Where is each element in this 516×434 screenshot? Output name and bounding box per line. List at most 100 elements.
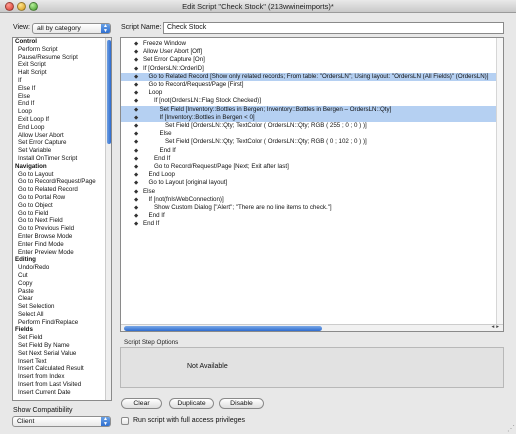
script-step-line[interactable]: ◆ Set Field [Inventory::Bottles in Bergen… [121,105,498,114]
drag-handle-icon[interactable]: ◆ [134,97,138,105]
script-step-line[interactable]: ◆ Go to Record/Request/Page [Next; Exit a… [121,163,498,171]
steps-list-scrollbar[interactable] [105,38,111,400]
drag-handle-icon[interactable]: ◆ [134,163,138,171]
drag-handle-icon[interactable]: ◆ [134,130,138,138]
step-list-item[interactable]: Set Next Serial Value [13,350,111,358]
script-hscroll-thumb[interactable] [124,326,322,331]
drag-handle-icon[interactable]: ◆ [134,220,138,228]
step-list-item[interactable]: Insert Calculated Result [13,365,111,373]
script-step-line[interactable]: ◆ Go to Related Record [Show only related… [121,72,498,81]
drag-handle-icon[interactable]: ◆ [134,122,138,130]
step-list-item[interactable]: If [13,77,111,85]
script-step-line[interactable]: ◆ Else [121,188,498,196]
step-list-item[interactable]: Pause/Resume Script [13,54,111,62]
script-step-line[interactable]: ◆ Set Error Capture [On] [121,56,498,64]
step-list-item[interactable]: Go to Layout [13,171,111,179]
step-list-item[interactable]: Go to Object [13,202,111,210]
step-list-item[interactable]: Set Field By Name [13,342,111,350]
drag-handle-icon[interactable]: ◆ [134,171,138,179]
script-step-line[interactable]: ◆ Go to Layout [original layout] [121,179,498,187]
drag-handle-icon[interactable]: ◆ [134,188,138,196]
drag-handle-icon[interactable]: ◆ [134,56,138,64]
step-list-item[interactable]: Go to Related Record [13,186,111,194]
step-list-item[interactable]: Insert from Last Visited [13,381,111,389]
script-step-line[interactable]: ◆ If [not(fnIsWebConnection)] [121,196,498,204]
step-list-item[interactable]: Undo/Redo [13,264,111,272]
step-list-item[interactable]: Go to Record/Request/Page [13,178,111,186]
step-list-item[interactable]: Set Error Capture [13,139,111,147]
script-step-line[interactable]: ◆ End If [121,220,498,228]
drag-handle-icon[interactable]: ◆ [134,65,138,73]
step-list-item[interactable]: End If [13,100,111,108]
step-list-item[interactable]: Set Variable [13,147,111,155]
script-step-line[interactable]: ◆ Set Field [OrdersLN::Qty; TextColor ( O… [121,138,498,146]
disable-button[interactable]: Disable [219,398,264,409]
step-list-item[interactable]: End Loop [13,124,111,132]
drag-handle-icon[interactable]: ◆ [134,106,138,114]
drag-handle-icon[interactable]: ◆ [134,40,138,48]
view-select[interactable]: all by category ▲ ▼ [32,23,111,34]
step-list-item[interactable]: Exit Loop If [13,116,111,124]
script-step-line[interactable]: ◆ End Loop [121,171,498,179]
clear-button[interactable]: Clear [121,398,162,409]
script-step-line[interactable]: ◆ End If [121,212,498,220]
script-step-line[interactable]: ◆ Else [121,130,498,138]
drag-handle-icon[interactable]: ◆ [134,147,138,155]
step-list-item[interactable]: Insert Text [13,358,111,366]
drag-handle-icon[interactable]: ◆ [134,89,138,97]
step-list-item[interactable]: Clear [13,295,111,303]
drag-handle-icon[interactable]: ◆ [134,179,138,187]
drag-handle-icon[interactable]: ◆ [134,48,138,56]
script-step-line[interactable]: ◆ If [Inventory::Bottles in Bergen < 0] [121,113,498,122]
drag-handle-icon[interactable]: ◆ [134,81,138,89]
drag-handle-icon[interactable]: ◆ [134,212,138,220]
step-list-item[interactable]: Install OnTimer Script [13,155,111,163]
steps-list-scroll-thumb[interactable] [107,40,111,144]
drag-handle-icon[interactable]: ◆ [134,196,138,204]
drag-handle-icon[interactable]: ◆ [134,114,138,122]
step-list-item[interactable]: Insert from Index [13,373,111,381]
step-list-item[interactable]: Insert Current Date [13,389,111,397]
step-list-item[interactable]: Set Selection [13,303,111,311]
drag-handle-icon[interactable]: ◆ [134,155,138,163]
step-list-item[interactable]: Go to Field [13,210,111,218]
step-list-item[interactable]: Enter Browse Mode [13,233,111,241]
step-list-item[interactable]: Paste [13,288,111,296]
script-steps-list[interactable]: Control Perform Script Pause/Resume Script… [12,37,112,401]
script-horizontal-scrollbar[interactable]: ◂▸ [121,324,503,331]
resize-grip-icon[interactable]: ⋰ [507,424,515,433]
step-list-item[interactable]: Enter Preview Mode [13,249,111,257]
drag-handle-icon[interactable]: ◆ [134,73,138,81]
script-vertical-scrollbar[interactable] [496,38,503,326]
step-list-item[interactable]: Go to Portal Row [13,194,111,202]
script-step-line[interactable]: ◆ Allow User Abort [Off] [121,48,498,56]
script-step-line[interactable]: ◆ Set Field [OrdersLN::Qty; TextColor ( O… [121,122,498,130]
compatibility-select[interactable]: Client ▲ ▼ [12,416,111,427]
step-list-item[interactable]: Perform Script [13,46,111,54]
script-step-line[interactable]: ◆ Go to Record/Request/Page [First] [121,81,498,89]
scroll-arrows-icon[interactable]: ◂▸ [491,324,501,330]
step-list-item[interactable]: Perform Find/Replace [13,319,111,327]
full-access-checkbox[interactable] [121,417,129,425]
script-step-line[interactable]: ◆ End If [121,155,498,163]
step-list-item[interactable]: Allow User Abort [13,132,111,140]
step-list-item[interactable]: Cut [13,272,111,280]
script-editor[interactable]: ◆ Freeze Window ◆ Allow User Abort [Off] ◆ Se… [120,37,504,332]
step-list-item[interactable]: Select All [13,311,111,319]
script-step-line[interactable]: ◆ If [OrdersLN::OrderID] [121,65,498,73]
step-list-item[interactable]: Copy [13,280,111,288]
step-list-item[interactable]: Else [13,93,111,101]
step-list-item[interactable]: Loop [13,108,111,116]
duplicate-button[interactable]: Duplicate [169,398,214,409]
step-list-item[interactable]: Halt Script [13,69,111,77]
step-list-item[interactable]: Go to Previous Field [13,225,111,233]
script-step-line[interactable]: ◆ Loop [121,89,498,97]
script-name-input[interactable]: Check Stock [163,22,504,34]
step-list-item[interactable]: Go to Next Field [13,217,111,225]
step-list-item[interactable]: Set Field [13,334,111,342]
step-list-item[interactable]: Exit Script [13,61,111,69]
step-list-item[interactable]: Else If [13,85,111,93]
script-step-line[interactable]: ◆ If [not(OrdersLN::Flag Stock Checked)] [121,97,498,105]
drag-handle-icon[interactable]: ◆ [134,204,138,212]
drag-handle-icon[interactable]: ◆ [134,138,138,146]
